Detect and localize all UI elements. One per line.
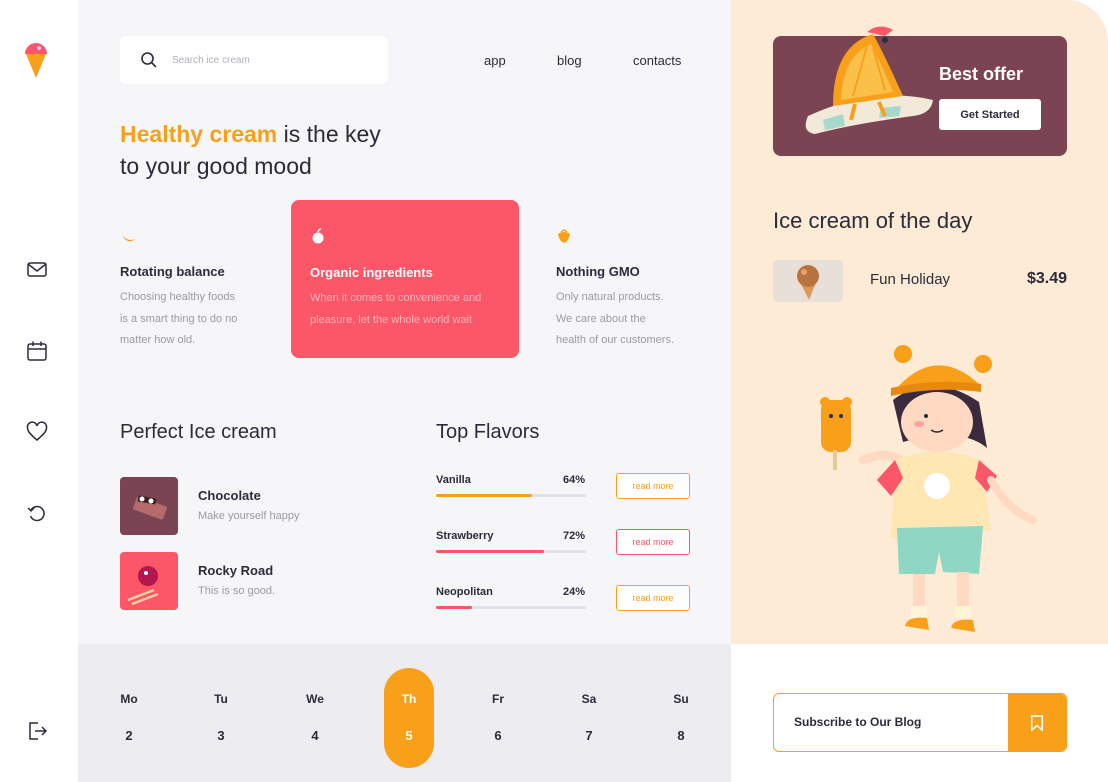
orange-slice-surfer-illustration	[805, 26, 933, 134]
feature-desc-line: matter how old.	[120, 334, 196, 346]
nav-contacts[interactable]: contacts	[633, 53, 681, 68]
day-number: 2	[125, 728, 133, 743]
hero-accent: Healthy cream	[120, 121, 278, 147]
product-name[interactable]: Rocky Road	[198, 563, 273, 578]
subscribe-label[interactable]: Subscribe to Our Blog	[794, 715, 921, 729]
day-name: Mo	[120, 692, 138, 706]
mail-icon[interactable]	[26, 258, 48, 280]
feature-title: Nothing GMO	[556, 264, 640, 279]
read-more-button[interactable]: read more	[616, 585, 690, 611]
apple-icon	[310, 228, 326, 244]
subscribe-button[interactable]	[1008, 694, 1066, 751]
right-panel: Best offer Get Started Ice cream of the …	[731, 0, 1108, 644]
feature-desc-line: is a smart thing to do no	[120, 312, 238, 325]
fun-holiday-image[interactable]	[773, 260, 843, 302]
strawberry-icon	[556, 228, 572, 244]
day-name: Tu	[214, 692, 228, 706]
feature-desc: When it comes to convenience and pleasur…	[310, 288, 481, 331]
calendar-day[interactable]: We 4	[290, 668, 340, 768]
calendar-day[interactable]: Sa 7	[564, 668, 614, 768]
top-flavors-title: Top Flavors	[436, 421, 540, 443]
flavor-progress-bar	[436, 494, 586, 497]
search-input[interactable]	[172, 54, 352, 66]
ice-cream-of-day-title: Ice cream of the day	[773, 208, 973, 233]
feature-desc-line: Choosing healthy foods	[120, 291, 235, 303]
product-name[interactable]: Chocolate	[198, 488, 261, 503]
main-content: app blog contacts Healthy cream is the k…	[78, 0, 731, 644]
flavor-progress-fill	[436, 606, 472, 609]
calendar-day[interactable]: Tu 3	[196, 668, 246, 768]
calendar-icon[interactable]	[26, 340, 48, 362]
girl-with-popsicle-illustration	[820, 345, 1037, 632]
calendar-day[interactable]: Mo 2	[104, 668, 154, 768]
calendar-day-selected[interactable]: Th 5	[384, 668, 434, 768]
rocky-road-image[interactable]	[120, 552, 178, 610]
sidebar	[0, 0, 78, 782]
read-more-button[interactable]: read more	[616, 473, 690, 499]
week-calendar: Mo 2 Tu 3 We 4 Th 5 Fr 6 Sa 7 Su 8	[78, 644, 731, 782]
feature-desc: Choosing healthy foods is a smart thing …	[120, 287, 237, 352]
flavor-percent: 72%	[562, 530, 585, 542]
subscribe-panel: Subscribe to Our Blog	[731, 644, 1108, 782]
bookmark-icon	[1030, 714, 1044, 732]
ice-cream-logo[interactable]	[24, 40, 48, 80]
ice-cream-of-day-name[interactable]: Fun Holiday	[870, 271, 950, 288]
hero-line2: to your good mood	[120, 153, 312, 179]
day-number: 6	[494, 728, 502, 743]
hero-line1-rest: is the key	[277, 121, 381, 147]
subscribe-box[interactable]: Subscribe to Our Blog	[773, 693, 1067, 752]
flavor-progress-bar	[436, 606, 586, 609]
feature-desc-line: We care about the	[556, 312, 646, 325]
perfect-ice-cream-title: Perfect Ice cream	[120, 421, 277, 443]
day-number: 5	[405, 728, 413, 743]
flavor-progress-fill	[436, 550, 544, 553]
ice-cream-of-day-price: $3.49	[1026, 270, 1067, 287]
feature-card-organic-ingredients[interactable]: Organic ingredients When it comes to con…	[291, 200, 519, 358]
moon-icon	[120, 228, 136, 244]
flavor-percent: 24%	[562, 586, 585, 598]
day-name: Th	[401, 692, 417, 706]
flavor-percent: 64%	[562, 474, 585, 486]
product-desc: This is so good.	[198, 585, 276, 597]
day-number: 4	[311, 728, 319, 743]
flavor-name: Strawberry	[436, 530, 494, 542]
feature-desc-line: health of our customers.	[556, 334, 675, 346]
feature-desc: Only natural products. We care about the…	[556, 287, 674, 352]
product-desc: Make yourself happy	[198, 510, 300, 522]
chocolate-image[interactable]	[120, 477, 178, 535]
flavor-name: Vanilla	[436, 474, 471, 486]
flavor-progress-bar	[436, 550, 586, 553]
calendar-day[interactable]: Fr 6	[473, 668, 523, 768]
feature-desc-line: Only natural products.	[556, 291, 664, 303]
day-name: Sa	[581, 692, 597, 706]
feature-title: Organic ingredients	[310, 265, 433, 280]
day-number: 3	[217, 728, 225, 743]
search-icon	[141, 52, 157, 68]
read-more-button[interactable]: read more	[616, 529, 690, 555]
refresh-icon[interactable]	[26, 502, 48, 524]
feature-desc-line: When it comes to convenience and	[310, 292, 482, 304]
day-number: 7	[585, 728, 593, 743]
best-offer-card: Best offer Get Started	[773, 26, 1067, 156]
heart-icon[interactable]	[26, 421, 48, 443]
get-started-button[interactable]: Get Started	[939, 99, 1041, 130]
feature-desc-line: pleasure, let the whole world wait	[310, 313, 473, 326]
flavor-progress-fill	[436, 494, 532, 497]
nav-blog[interactable]: blog	[557, 53, 582, 68]
day-number: 8	[677, 728, 685, 743]
flavor-name: Neopolitan	[436, 586, 493, 598]
offer-title: Best offer	[939, 64, 1024, 84]
nav-app[interactable]: app	[484, 53, 506, 68]
day-name: Fr	[492, 692, 504, 706]
feature-title: Rotating balance	[120, 264, 225, 279]
day-name: We	[306, 692, 324, 706]
logout-icon[interactable]	[26, 720, 48, 742]
search-box[interactable]	[120, 36, 388, 84]
day-name: Su	[673, 692, 689, 706]
calendar-day[interactable]: Su 8	[656, 668, 706, 768]
hero-heading: Healthy cream is the key to your good mo…	[120, 118, 381, 182]
